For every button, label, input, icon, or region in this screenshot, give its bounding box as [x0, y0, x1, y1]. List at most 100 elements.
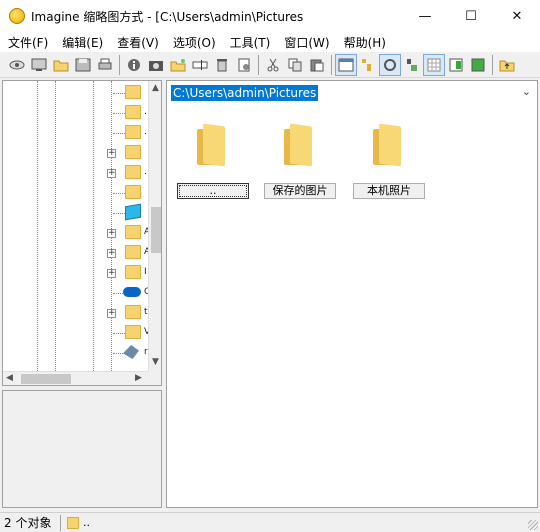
tree-connector [113, 93, 125, 94]
folder-icon[interactable] [125, 165, 141, 179]
cut-icon[interactable] [262, 54, 284, 76]
thumbnail-item[interactable]: 本机照片 [353, 123, 427, 203]
tree-item-label[interactable]: . [144, 167, 147, 177]
status-bar: 2 个对象 .. [0, 512, 540, 532]
up-folder-icon[interactable] [496, 54, 518, 76]
tree-guide-line [37, 81, 38, 371]
maximize-button[interactable]: ☐ [448, 0, 494, 32]
paste-icon[interactable] [306, 54, 328, 76]
menu-help[interactable]: 帮助(H) [336, 34, 392, 51]
folder-icon[interactable] [125, 245, 141, 259]
tree-connector [113, 333, 125, 334]
tree-guide-line [93, 81, 94, 371]
toolbar-separator [119, 54, 120, 75]
minimize-button[interactable]: — [402, 0, 448, 32]
folder-icon[interactable] [284, 123, 312, 167]
tree-connector [113, 133, 125, 134]
properties-icon[interactable] [233, 54, 255, 76]
folder-icon[interactable] [125, 305, 141, 319]
view-icon[interactable] [6, 54, 28, 76]
menu-view[interactable]: 查看(V) [109, 34, 165, 51]
grid-icon[interactable] [423, 53, 445, 76]
object-count: 2 个对象 [4, 516, 52, 530]
scroll-thumb[interactable] [151, 207, 161, 253]
refresh-icon[interactable] [379, 53, 401, 76]
tree-connector [113, 193, 125, 194]
menu-tools[interactable]: 工具(T) [222, 34, 277, 51]
tree-item-label[interactable]: . [144, 127, 147, 137]
menu-file[interactable]: 文件(F) [0, 34, 54, 51]
copy-icon[interactable] [284, 54, 306, 76]
expand-icon[interactable]: + [107, 229, 116, 238]
fullscreen-icon[interactable] [467, 54, 489, 76]
expand-icon[interactable]: + [107, 169, 116, 178]
tree-vertical-scrollbar[interactable]: ▲ ▼ [148, 81, 161, 371]
delete-icon[interactable] [211, 54, 233, 76]
thumbnail-pane[interactable]: C:\Users\admin\Pictures ⌄ .. 保存的图片 本机照片 [166, 80, 538, 508]
tree-item-label[interactable]: I [144, 267, 147, 277]
menu-options[interactable]: 选项(O) [165, 34, 222, 51]
lower-left-panel [2, 390, 162, 508]
resize-grip-icon[interactable] [528, 520, 538, 530]
tree-guide-line [55, 81, 56, 371]
thumbnail-item[interactable]: .. [177, 123, 251, 203]
tree-icon[interactable] [357, 54, 379, 76]
scroll-thumb[interactable] [21, 374, 71, 384]
folder-icon[interactable] [125, 265, 141, 279]
folder-icon[interactable] [373, 123, 401, 167]
scroll-left-icon[interactable]: ◀ [6, 373, 13, 383]
address-path[interactable]: C:\Users\admin\Pictures [171, 85, 319, 101]
scroll-right-icon[interactable]: ▶ [135, 373, 142, 383]
preview-icon[interactable] [445, 54, 467, 76]
toolbar [0, 52, 540, 78]
close-button[interactable]: ✕ [494, 0, 540, 32]
folder-icon[interactable] [197, 123, 225, 167]
expand-icon[interactable]: + [107, 249, 116, 258]
expand-icon[interactable]: + [107, 309, 116, 318]
menu-edit[interactable]: 编辑(E) [54, 34, 109, 51]
scroll-down-icon[interactable]: ▼ [152, 357, 159, 367]
folder-icon[interactable] [125, 105, 141, 119]
menu-window[interactable]: 窗口(W) [276, 34, 335, 51]
new-folder-icon[interactable] [167, 54, 189, 76]
menu-bar: 文件(F) 编辑(E) 查看(V) 选项(O) 工具(T) 窗口(W) 帮助(H… [0, 32, 540, 52]
tree-horizontal-scrollbar[interactable]: ◀ ▶ [3, 371, 148, 385]
app-icon [9, 8, 25, 24]
chevron-down-icon[interactable]: ⌄ [522, 85, 531, 98]
thumbnail-label[interactable]: 保存的图片 [264, 183, 336, 199]
toolbar-separator [331, 54, 332, 75]
folder-icon[interactable] [125, 325, 141, 339]
folder-icon[interactable] [125, 225, 141, 239]
folder-icon[interactable] [125, 185, 141, 199]
tree-item-label[interactable]: t [144, 307, 148, 317]
info-icon[interactable] [123, 54, 145, 76]
address-bar[interactable]: C:\Users\admin\Pictures ⌄ [169, 83, 535, 103]
tree-guide-line [111, 81, 112, 371]
tree-connector [113, 113, 125, 114]
thumbnail-label[interactable]: .. [177, 183, 249, 199]
save-icon[interactable] [72, 54, 94, 76]
sort-icon[interactable] [401, 54, 423, 76]
current-item: .. [83, 516, 90, 529]
status-divider [60, 514, 61, 531]
thumbnail-view-icon[interactable] [335, 53, 357, 76]
toolbar-separator [492, 54, 493, 75]
folder-icon[interactable] [125, 125, 141, 139]
rename-icon[interactable] [189, 54, 211, 76]
print-icon[interactable] [94, 54, 116, 76]
camera-icon[interactable] [145, 54, 167, 76]
tree-item-label[interactable]: . [144, 107, 147, 117]
network-icon[interactable] [123, 345, 139, 359]
thumbnail-label[interactable]: 本机照片 [353, 183, 425, 199]
expand-icon[interactable]: + [107, 149, 116, 158]
folder-icon[interactable] [125, 85, 141, 99]
onedrive-icon[interactable] [123, 287, 141, 297]
thumbnail-item[interactable]: 保存的图片 [264, 123, 338, 203]
folder-tree[interactable]: . . + + . + A + A + I C + t V r ▲ ▼ ◀ ▶ [2, 80, 162, 386]
scroll-up-icon[interactable]: ▲ [152, 83, 159, 93]
folder-icon[interactable] [125, 145, 141, 159]
open-folder-icon[interactable] [50, 54, 72, 76]
slideshow-icon[interactable] [28, 54, 50, 76]
3d-objects-icon[interactable] [125, 203, 141, 221]
expand-icon[interactable]: + [107, 269, 116, 278]
